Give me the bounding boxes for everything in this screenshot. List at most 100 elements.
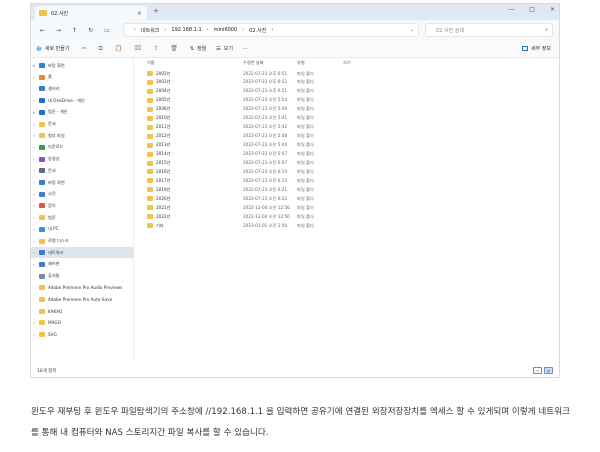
monitor-icon[interactable]: ▭	[104, 27, 110, 34]
sidebar-item[interactable]: › 범준	[31, 212, 134, 223]
maximize-button[interactable]: □	[529, 6, 535, 13]
sidebar-item[interactable]: 휴지통	[31, 271, 134, 282]
file-row[interactable]: 2002년 2022-07-23 오후 6:51 파일 폴더	[145, 70, 345, 78]
expand-chevron-icon[interactable]: ›	[31, 250, 37, 255]
share-icon[interactable]: ⇪	[153, 45, 158, 53]
back-button[interactable]: ←	[40, 27, 45, 34]
sidebar-item[interactable]: › 사진	[31, 189, 134, 200]
close-button[interactable]: ×	[550, 6, 555, 13]
delete-icon[interactable]: 🗑	[170, 45, 178, 53]
sidebar-item[interactable]: › 제어판	[31, 259, 134, 270]
expand-chevron-icon[interactable]: ›	[31, 215, 37, 220]
file-row[interactable]: 2016년 2022-07-23 오전 6:14 파일 폴더	[145, 168, 345, 176]
expand-chevron-icon[interactable]: ›	[31, 122, 37, 127]
file-row[interactable]: 2012년 2022-07-23 오전 5:48 파일 폴더	[145, 133, 345, 141]
file-row[interactable]: 2005년 2022-07-23 오전 5:54 파일 폴더	[145, 97, 345, 105]
details-button[interactable]: 세부 정보	[522, 45, 551, 52]
new-button[interactable]: ⊕ 새로 만들기	[36, 45, 69, 53]
expand-chevron-icon[interactable]: ›	[31, 98, 37, 103]
expand-chevron-icon[interactable]: ›	[31, 332, 37, 337]
sidebar-item[interactable]: › 첨부 파일	[31, 130, 134, 141]
sidebar-item-label: 로컬 디스크	[48, 238, 69, 243]
expand-chevron-icon[interactable]: ›	[31, 157, 37, 162]
tab-close-icon[interactable]: ×	[137, 10, 142, 17]
sidebar-item[interactable]: ∨ 바탕 화면	[31, 60, 134, 71]
sidebar-item[interactable]: › 홈	[31, 72, 134, 83]
file-row[interactable]: 2013년 2022-07-23 오전 5:44 파일 폴더	[145, 142, 345, 150]
sidebar-item[interactable]: › 문서	[31, 119, 134, 130]
column-header-date[interactable]: 수정한 날짜	[243, 60, 264, 66]
cut-icon[interactable]: ✂	[81, 45, 86, 53]
sidebar-item[interactable]: Adobe Premiere Pro Audio Previews	[31, 282, 134, 293]
file-row[interactable]: 2014년 2022-07-23 오전 5:47 파일 폴더	[145, 151, 345, 159]
details-view-icon[interactable]: ≡	[533, 367, 542, 374]
rename-icon[interactable]: ⌧	[134, 45, 141, 53]
sidebar-item[interactable]: › 로컬 디스크	[31, 236, 134, 247]
address-input[interactable]: › 네트워크 › 192.168.1.1 › mini6000 › 02.사진 …	[123, 23, 419, 37]
sidebar-item-label: 내 PC	[48, 226, 59, 232]
sidebar-item-label: 내 OneDrive - 개인	[48, 97, 85, 103]
file-row[interactable]: 2006년 2022-07-23 오전 5:40 파일 폴더	[145, 106, 345, 114]
expand-chevron-icon[interactable]: ›	[31, 227, 37, 232]
file-row[interactable]: 2011년 2022-07-23 오전 5:42 파일 폴더	[145, 124, 345, 132]
refresh-button[interactable]: ↻	[88, 27, 93, 34]
file-row[interactable]: 2021년 2022-12-04 오전 12:56 파일 폴더	[145, 204, 345, 212]
expand-chevron-icon[interactable]: ›	[31, 145, 37, 150]
sidebar-item[interactable]: Adobe Premiere Pro Auto-Save	[31, 294, 134, 305]
expand-chevron-icon[interactable]: ›	[31, 262, 37, 267]
sidebar-item[interactable]: › 내 PC	[31, 224, 134, 235]
sidebar-item[interactable]: KAKAO	[31, 306, 134, 317]
tab-current-folder[interactable]: 02.사진 ×	[35, 6, 147, 20]
file-row[interactable]: 2010년 2022-07-23 오전 5:41 파일 폴더	[145, 115, 345, 123]
file-row[interactable]: 2003년 2022-07-23 오후 6:51 파일 폴더	[145, 79, 345, 87]
sort-button[interactable]: ⇅ 정렬	[190, 45, 206, 53]
expand-chevron-icon[interactable]: ›	[31, 168, 37, 173]
breadcrumb-network[interactable]: 네트워크	[141, 27, 159, 34]
expand-chevron-icon[interactable]: ›	[31, 192, 37, 197]
more-button[interactable]: ···	[243, 46, 248, 52]
sidebar-item[interactable]: › 음악	[31, 200, 134, 211]
expand-chevron-icon[interactable]: ∨	[31, 110, 37, 115]
sidebar-item[interactable]: › 네트워크	[31, 247, 134, 259]
file-row[interactable]: 2015년 2022-07-23 오전 6:07 파일 폴더	[145, 160, 345, 168]
column-header-size[interactable]: 크기	[343, 60, 351, 66]
expand-chevron-icon[interactable]: ›	[31, 320, 37, 325]
file-date: 2022-07-23 오전 5:48	[243, 133, 288, 139]
paste-icon[interactable]: 📋	[115, 45, 122, 53]
file-row[interactable]: 2017년 2022-07-23 오전 6:15 파일 폴더	[145, 177, 345, 185]
forward-button[interactable]: →	[56, 27, 61, 34]
expand-chevron-icon[interactable]: ›	[31, 75, 37, 80]
expand-chevron-icon[interactable]: ∨	[31, 63, 37, 68]
address-dropdown-icon[interactable]: ⌄	[410, 27, 414, 33]
sidebar-item[interactable]: › 내 OneDrive - 개인	[31, 95, 134, 106]
sidebar-item[interactable]: › MAGO	[31, 317, 134, 328]
file-row[interactable]: 2022년 2022-12-04 오전 12:56 파일 폴더	[145, 213, 345, 221]
sidebar-item[interactable]: › 다운로드	[31, 142, 134, 153]
file-row[interactable]: 2004년 2022-07-23 오후 6:51 파일 폴더	[145, 88, 345, 96]
search-input[interactable]: 02.사진 검색 ⌕	[425, 23, 553, 37]
breadcrumb-folder[interactable]: 02.사진	[249, 27, 266, 34]
expand-chevron-icon[interactable]: ›	[31, 133, 37, 138]
tiles-view-icon[interactable]: ▦	[544, 367, 553, 374]
sidebar-item[interactable]: ∨ 범준 - 개인	[31, 107, 134, 118]
column-header-name[interactable]: 이름	[147, 60, 155, 66]
breadcrumb-share[interactable]: mini6000	[214, 27, 238, 33]
minimize-button[interactable]: —	[508, 6, 514, 13]
sidebar-item[interactable]: › 동영상	[31, 154, 134, 165]
file-row[interactable]: 기타 2023-01-01 오전 2:56 파일 폴더	[145, 222, 345, 230]
sidebar-item[interactable]: › 바탕 화면	[31, 177, 134, 188]
sidebar-item[interactable]: › SVG	[31, 329, 134, 340]
file-row[interactable]: 2020년 2022-07-23 오전 6:22 파일 폴더	[145, 195, 345, 203]
breadcrumb-ip[interactable]: 192.168.1.1	[171, 27, 201, 33]
column-header-type[interactable]: 유형	[297, 60, 305, 66]
expand-chevron-icon[interactable]: ›	[31, 203, 37, 208]
expand-chevron-icon[interactable]: ›	[31, 180, 37, 185]
expand-chevron-icon[interactable]: ›	[31, 239, 37, 244]
sidebar-item[interactable]: 갤러리	[31, 83, 134, 94]
copy-icon[interactable]: ⧉	[99, 45, 103, 53]
sidebar-item[interactable]: › 문서	[31, 165, 134, 176]
view-button[interactable]: ☰ 보기	[216, 45, 233, 53]
file-row[interactable]: 2019년 2022-07-23 오전 6:21 파일 폴더	[145, 186, 345, 194]
new-tab-button[interactable]: +	[153, 7, 159, 15]
up-button[interactable]: ↑	[72, 27, 77, 34]
